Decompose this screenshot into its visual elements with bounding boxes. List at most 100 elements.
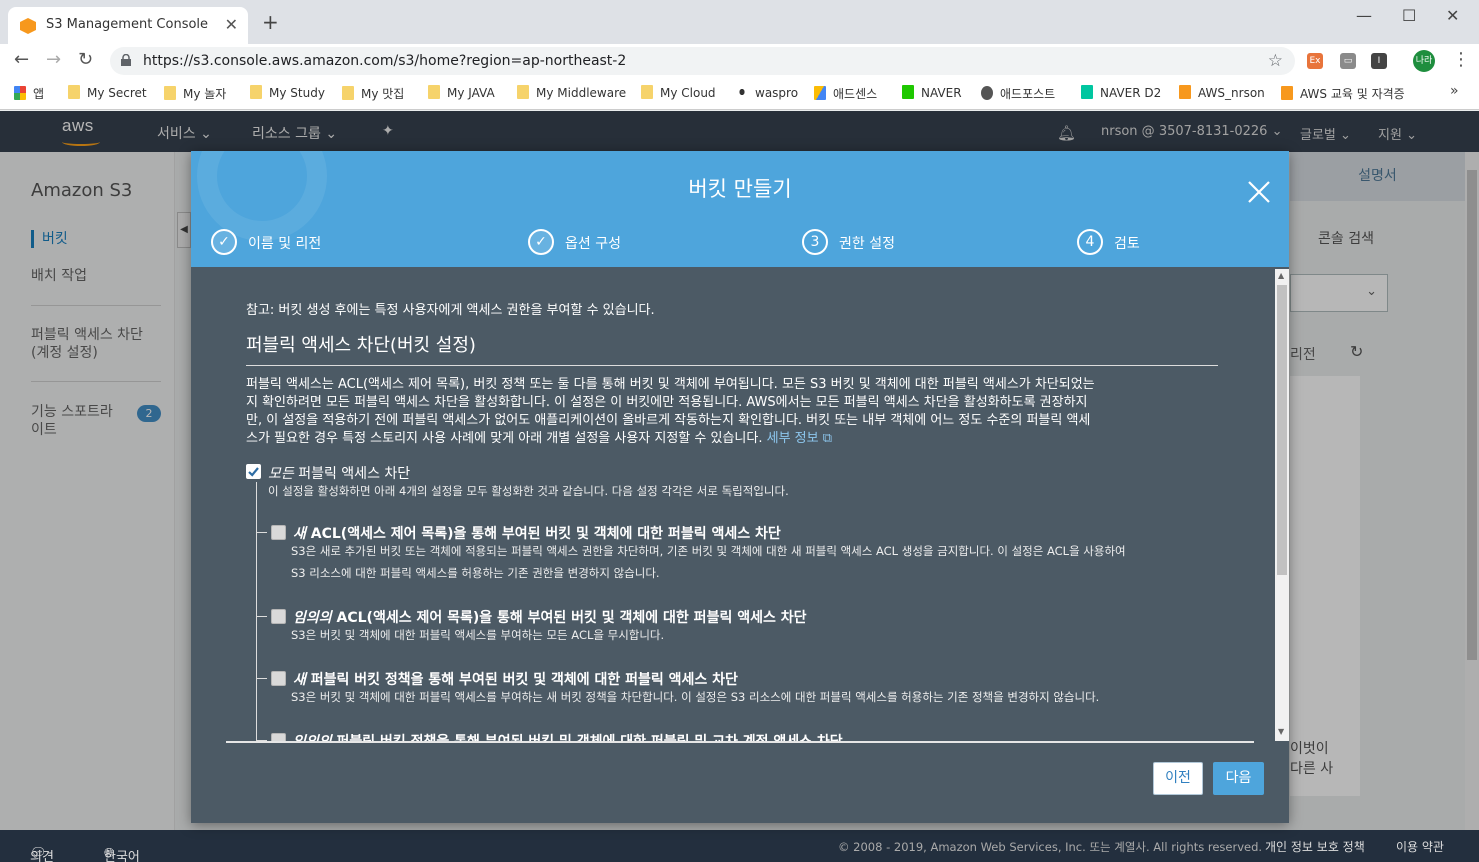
step-number: 3	[802, 229, 828, 255]
description-line: 퍼블릭 액세스는 ACL(액세스 제어 목록), 버킷 정책 또는 둘 다를 통…	[246, 377, 1095, 392]
tree-branch	[256, 532, 267, 533]
url-text: https://s3.console.aws.amazon.com/s3/hom…	[143, 53, 627, 69]
bookmark-label: My Study	[269, 86, 325, 100]
bookmark-item[interactable]: My Middleware	[517, 85, 626, 100]
next-button[interactable]: 다음	[1213, 762, 1264, 795]
address-bar[interactable]: https://s3.console.aws.amazon.com/s3/hom…	[110, 47, 1295, 75]
step-label: 검토	[1114, 236, 1140, 252]
checkbox-unchecked[interactable]	[271, 671, 286, 686]
tree-branch	[256, 616, 267, 617]
description-line: 만, 이 설정을 적용하기 전에 퍼블릭 액세스가 없어도 애플리케이션이 올바…	[246, 413, 1091, 428]
emphasis-text: 새	[293, 526, 306, 542]
apps-grid-icon	[14, 86, 26, 100]
extension-icon[interactable]: ▭	[1340, 53, 1356, 69]
language-label: 한국어	[104, 850, 140, 862]
permissions-note: 참고: 버킷 생성 후에는 특정 사용자에게 액세스 권한을 부여할 수 있습니…	[246, 303, 655, 318]
naver-d2-icon	[1081, 85, 1093, 99]
bookmark-label: My 놀자	[183, 87, 227, 101]
privacy-link[interactable]: 개인 정보 보호 정책	[1265, 838, 1365, 855]
extension-icon[interactable]: Ex	[1307, 53, 1323, 69]
option-title: 임의의 ACL(액세스 제어 목록)을 통해 부여된 버킷 및 객체에 대한 퍼…	[293, 607, 806, 627]
bookmark-item[interactable]: 애드센스	[814, 85, 877, 102]
bookmark-item[interactable]: My Secret	[68, 85, 147, 100]
bookmark-item[interactable]: NAVER D2	[1081, 85, 1161, 100]
bookmark-label: My JAVA	[447, 86, 495, 100]
close-window-icon[interactable]: ✕	[1446, 6, 1459, 25]
bookmark-item[interactable]: 애드포스트	[981, 85, 1055, 102]
emphasis-text: 새	[293, 672, 306, 688]
bookmark-item[interactable]: My JAVA	[428, 85, 495, 100]
learn-more-label: 세부 정보	[766, 431, 819, 446]
naver-icon	[902, 85, 914, 99]
bookmark-label: NAVER	[921, 86, 962, 100]
bookmark-item[interactable]: NAVER	[902, 85, 962, 100]
option-description: S3은 새로 추가된 버킷 또는 객체에 적용되는 퍼블릭 액세스 권한을 차단…	[291, 544, 1126, 558]
console-footer: 💬︎ 의견 🌐︎ 한국어 © 2008 - 2019, Amazon Web S…	[0, 830, 1479, 862]
extension-icon[interactable]: I	[1371, 53, 1387, 69]
modal-scrollbar[interactable]: ▲ ▼	[1275, 269, 1289, 741]
description-line: 지 확인하려면 모든 퍼블릭 액세스 차단을 활성화합니다. 이 설정은 이 버…	[246, 395, 1088, 410]
bookmark-label: waspro	[755, 86, 799, 100]
new-tab-button[interactable]: +	[262, 12, 279, 32]
external-link-icon: ⧉	[822, 431, 833, 446]
block-all-label: 퍼블릭 액세스 차단	[293, 466, 411, 482]
bookmark-item[interactable]: My 놀자	[164, 85, 226, 102]
checkbox-unchecked[interactable]	[271, 525, 286, 540]
bookmark-item[interactable]: AWS 교육 및 자격증	[1281, 85, 1405, 102]
browser-tab[interactable]: S3 Management Console ✕	[8, 7, 248, 44]
previous-button[interactable]: 이전	[1153, 762, 1203, 795]
reload-icon[interactable]: ↻	[78, 50, 93, 70]
folder-icon	[641, 85, 653, 99]
maximize-icon[interactable]: ☐	[1402, 6, 1416, 25]
minimize-icon[interactable]: —	[1356, 6, 1372, 25]
bookmark-label: My 맛집	[361, 87, 405, 101]
lock-icon	[121, 54, 131, 66]
bookmark-item[interactable]: My Study	[250, 85, 325, 100]
folder-icon	[68, 85, 80, 99]
profile-avatar[interactable]: 나라	[1413, 50, 1435, 72]
option-label: ACL(액세스 제어 목록)을 통해 부여된 버킷 및 객체에 대한 퍼블릭 액…	[305, 526, 781, 542]
modal-header: 버킷 만들기 ✓ 이름 및 리전 ✓ 옵션 구성 3 권한 설정 4 검토	[191, 151, 1289, 267]
checkbox-unchecked[interactable]	[271, 609, 286, 624]
bookmarks-overflow-icon[interactable]: »	[1450, 83, 1459, 99]
adpost-icon	[981, 86, 993, 100]
waspro-icon	[736, 85, 748, 99]
emphasis-text: 임의의	[293, 610, 332, 626]
aws-favicon-icon	[20, 18, 36, 34]
bookmark-item[interactable]: AWS_nrson	[1179, 85, 1265, 100]
close-tab-icon[interactable]: ✕	[225, 15, 238, 34]
modal-title: 버킷 만들기	[688, 177, 792, 201]
learn-more-link[interactable]: 세부 정보 ⧉	[767, 431, 832, 446]
scroll-up-icon[interactable]: ▲	[1278, 271, 1284, 280]
option-description: S3 리소스에 대한 퍼블릭 액세스를 허용하는 기존 권한을 변경하지 않습니…	[291, 566, 660, 580]
close-icon[interactable]	[1246, 179, 1272, 205]
bookmark-label: NAVER D2	[1100, 86, 1162, 100]
browser-menu-icon[interactable]: ⋮	[1452, 50, 1470, 70]
forward-icon[interactable]: →	[46, 50, 61, 70]
bookmark-item[interactable]: My Cloud	[641, 85, 716, 100]
block-all-title: 모든 퍼블릭 액세스 차단	[268, 463, 410, 483]
bookmark-label: My Middleware	[536, 86, 627, 100]
check-icon: ✓	[528, 229, 554, 255]
modal-scrollbar-thumb[interactable]	[1277, 285, 1287, 575]
section-divider	[246, 365, 1218, 366]
bookmark-item[interactable]: waspro	[736, 85, 798, 100]
bookmark-label: AWS 교육 및 자격증	[1300, 87, 1405, 101]
scroll-down-icon[interactable]: ▼	[1278, 727, 1284, 736]
option-title: 새 퍼블릭 버킷 정책을 통해 부여된 버킷 및 객체에 대한 퍼블릭 액세스 …	[293, 669, 738, 689]
description-line: 스가 필요한 경우 특정 스토리지 사용 사례에 맞게 아래 개별 설정을 사용…	[246, 431, 763, 446]
option-title: 새 ACL(액세스 제어 목록)을 통해 부여된 버킷 및 객체에 대한 퍼블릭…	[293, 523, 781, 543]
checkbox-checked[interactable]	[246, 464, 261, 479]
bookmark-star-icon[interactable]: ☆	[1268, 51, 1283, 71]
terms-link[interactable]: 이용 약관	[1396, 838, 1444, 855]
copyright-text: © 2008 - 2019, Amazon Web Services, Inc.…	[838, 840, 1263, 854]
bookmark-label: 애드포스트	[1000, 87, 1056, 101]
bookmark-label: AWS_nrson	[1198, 86, 1265, 100]
bookmark-apps[interactable]: 앱	[14, 85, 44, 102]
back-icon[interactable]: ←	[14, 50, 29, 70]
tab-title: S3 Management Console	[46, 17, 209, 32]
create-bucket-modal: 버킷 만들기 ✓ 이름 및 리전 ✓ 옵션 구성 3 권한 설정 4 검토 참고…	[191, 151, 1289, 823]
body-divider	[226, 741, 1254, 743]
bookmark-item[interactable]: My 맛집	[342, 85, 404, 102]
aws-icon	[1281, 86, 1293, 100]
